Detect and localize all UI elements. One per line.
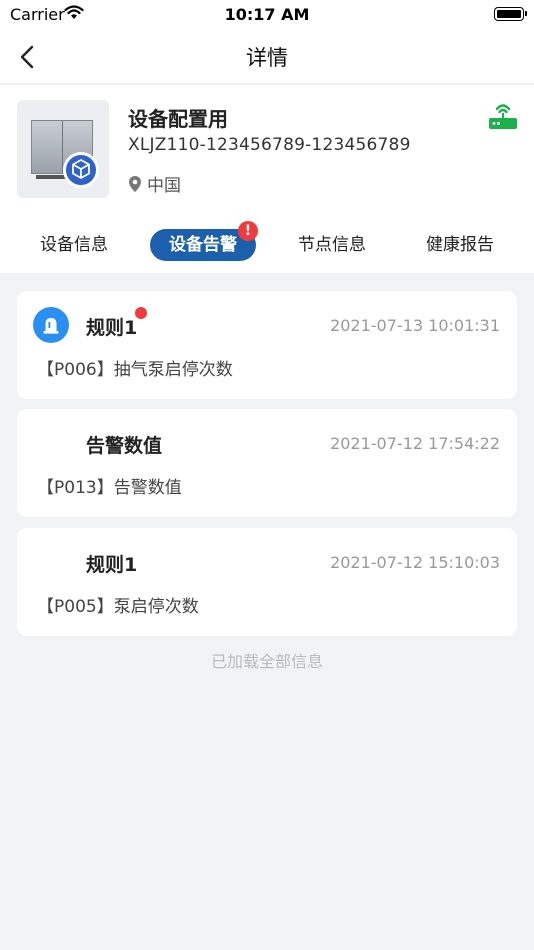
status-bar: Carrier 10:17 AM bbox=[0, 0, 534, 30]
device-type-badge-icon bbox=[63, 152, 99, 188]
tab-device-alarms-label: 设备告警 bbox=[169, 235, 237, 255]
detail-tabs: 设备信息 设备告警 ! 节点信息 健康报告 bbox=[0, 221, 534, 265]
unread-dot bbox=[135, 307, 148, 319]
alarm-card[interactable]: 规则1 2021-07-13 10:01:31 【P006】抽气泵启停次数 bbox=[17, 291, 517, 399]
alarm-rule-label: 规则1 bbox=[86, 317, 138, 339]
device-name: 设备配置用 bbox=[128, 107, 228, 131]
clock: 10:17 AM bbox=[224, 5, 310, 24]
alarm-description: 【P006】抽气泵启停次数 bbox=[37, 360, 233, 380]
alarm-description: 【P005】泵启停次数 bbox=[37, 597, 199, 617]
location-pin-icon bbox=[128, 175, 142, 198]
alarm-card[interactable]: 告警数值 2021-07-12 17:54:22 【P013】告警数值 bbox=[17, 409, 517, 517]
navigation-bar: 详情 bbox=[0, 30, 534, 84]
alarm-time: 2021-07-12 17:54:22 bbox=[330, 434, 500, 453]
online-router-icon bbox=[488, 100, 518, 130]
tab-health-report[interactable]: 健康报告 bbox=[408, 229, 512, 261]
alarm-description: 【P013】告警数值 bbox=[37, 478, 182, 498]
alarm-siren-icon bbox=[33, 307, 69, 343]
device-serial: XLJZ110-123456789-123456789 bbox=[128, 135, 411, 155]
alarm-time: 2021-07-12 15:10:03 bbox=[330, 553, 500, 572]
battery-icon bbox=[494, 7, 527, 21]
alarm-time: 2021-07-13 10:01:31 bbox=[330, 316, 500, 335]
tab-node-info[interactable]: 节点信息 bbox=[280, 229, 384, 261]
device-panel: 设备配置用 XLJZ110-123456789-123456789 中国 设备信… bbox=[0, 85, 534, 273]
alarm-rule-name: 规则1 bbox=[86, 554, 138, 576]
page-title: 详情 bbox=[246, 46, 288, 70]
device-location: 中国 bbox=[128, 171, 181, 198]
location-label: 中国 bbox=[147, 176, 181, 196]
alarm-card[interactable]: 规则1 2021-07-12 15:10:03 【P005】泵启停次数 bbox=[17, 528, 517, 636]
alert-badge-icon: ! bbox=[238, 221, 258, 241]
tab-device-alarms[interactable]: 设备告警 ! bbox=[150, 221, 258, 261]
device-thumbnail bbox=[17, 100, 109, 198]
list-end-note: 已加载全部信息 bbox=[210, 652, 323, 671]
alarm-rule-name: 规则1 bbox=[86, 307, 148, 340]
alarm-rule-name: 告警数值 bbox=[86, 435, 163, 457]
tab-device-info[interactable]: 设备信息 bbox=[22, 229, 126, 261]
